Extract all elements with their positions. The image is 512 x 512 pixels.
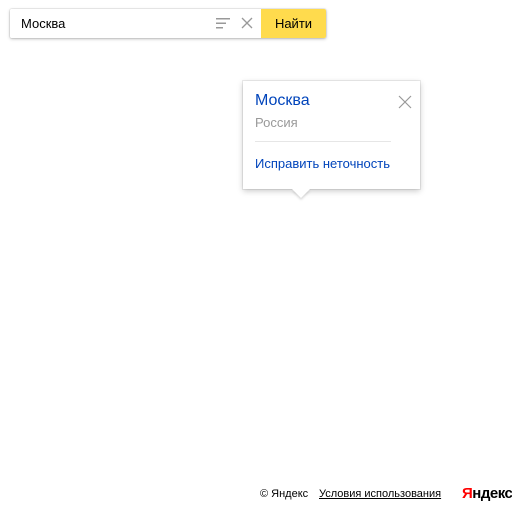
balloon-divider xyxy=(255,141,391,142)
search-input[interactable] xyxy=(10,9,211,38)
place-balloon: Москва Россия Исправить неточность xyxy=(243,81,420,198)
copyright-text: © Яндекс xyxy=(260,488,309,500)
clear-search-icon[interactable] xyxy=(241,17,253,29)
logo-rest: ндекс xyxy=(472,485,512,502)
balloon-tail xyxy=(292,189,310,198)
list-icon[interactable] xyxy=(216,18,230,29)
balloon-subtitle: Россия xyxy=(255,115,298,130)
yandex-logo[interactable]: Яндекс xyxy=(462,485,512,502)
search-field xyxy=(10,9,261,38)
search-bar: Найти xyxy=(10,9,326,38)
terms-of-use-link[interactable]: Условия использования xyxy=(319,488,441,500)
search-button[interactable]: Найти xyxy=(261,9,326,38)
logo-first-letter: Я xyxy=(462,485,473,502)
balloon-title[interactable]: Москва xyxy=(255,92,310,110)
map-page[interactable]: Найти Москва Россия Исправить неточность… xyxy=(0,0,512,512)
close-icon[interactable] xyxy=(398,95,412,109)
fix-inaccuracy-link[interactable]: Исправить неточность xyxy=(255,156,390,171)
